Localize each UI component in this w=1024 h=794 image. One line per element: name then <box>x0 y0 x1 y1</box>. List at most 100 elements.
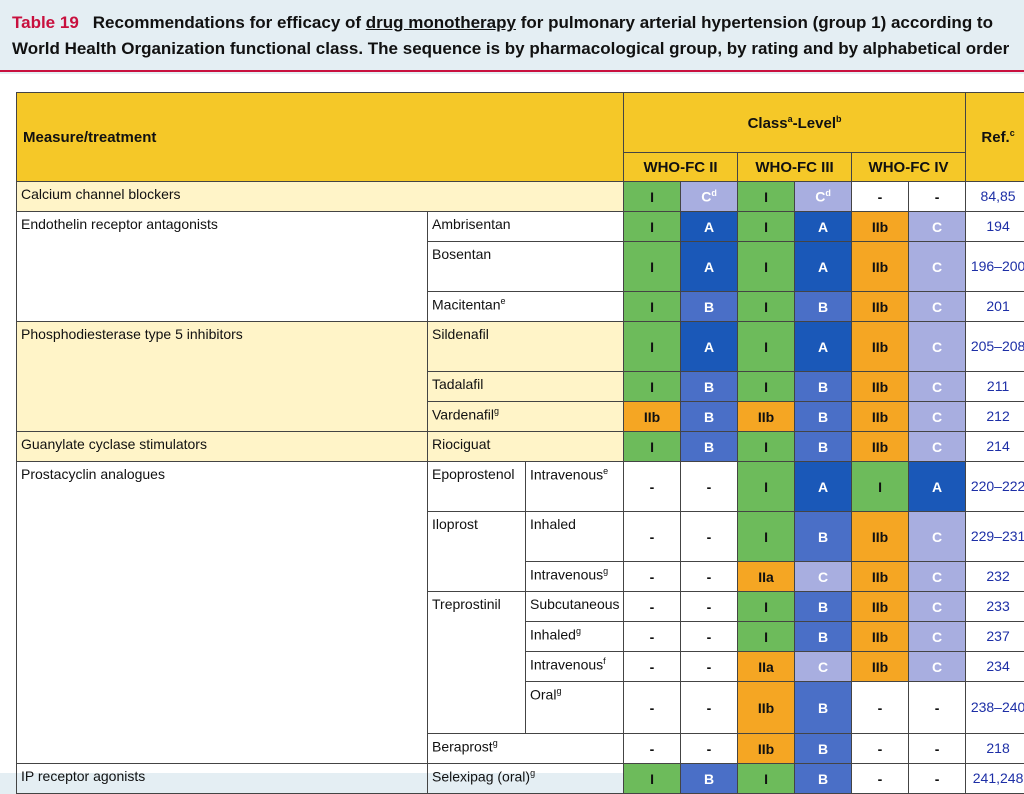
ref-cell: 241,248 <box>966 764 1024 794</box>
drug-name: Macitentane <box>428 292 624 322</box>
class-cell: I <box>738 372 795 402</box>
class-cell: - <box>624 512 681 562</box>
class-cell: IIb <box>852 592 909 622</box>
ref-cell: 238–240 <box>966 682 1024 734</box>
level-cell: B <box>795 292 852 322</box>
level-cell: C <box>909 562 966 592</box>
class-cell: I <box>738 292 795 322</box>
level-cell: A <box>681 212 738 242</box>
group-name: Prostacyclin analogues <box>17 462 428 764</box>
class-cell: I <box>738 322 795 372</box>
table-caption: Table 19Recommendations for efficacy of … <box>0 0 1024 72</box>
class-cell: - <box>852 182 909 212</box>
class-cell: I <box>624 372 681 402</box>
ref-cell: 84,85 <box>966 182 1024 212</box>
class-cell: IIa <box>738 562 795 592</box>
ref-cell: 196–200 <box>966 242 1024 292</box>
ref-cell: 214 <box>966 432 1024 462</box>
route-name: Intravenousf <box>526 652 624 682</box>
class-cell: I <box>738 462 795 512</box>
level-cell: C <box>909 592 966 622</box>
level-cell: C <box>795 652 852 682</box>
ref-cell: 194 <box>966 212 1024 242</box>
route-name: Intravenousg <box>526 562 624 592</box>
level-cell: B <box>795 622 852 652</box>
ref-cell: 218 <box>966 734 1024 764</box>
caption-underlined-term: drug monotherapy <box>366 13 516 32</box>
class-cell: I <box>624 432 681 462</box>
level-cell: A <box>795 462 852 512</box>
level-cell: A <box>795 322 852 372</box>
ref-cell: 229–231 <box>966 512 1024 562</box>
caption-line-2: World Health Organization functional cla… <box>12 39 1009 58</box>
class-cell: IIb <box>852 562 909 592</box>
level-cell: B <box>681 402 738 432</box>
class-cell: IIb <box>738 402 795 432</box>
level-cell: C <box>909 432 966 462</box>
level-cell: - <box>909 182 966 212</box>
ref-cell: 234 <box>966 652 1024 682</box>
caption-text: Recommendations for efficacy of <box>93 13 366 32</box>
class-cell: I <box>738 182 795 212</box>
class-cell: IIb <box>738 734 795 764</box>
class-cell: IIb <box>852 212 909 242</box>
class-cell: I <box>852 462 909 512</box>
class-cell: I <box>738 512 795 562</box>
ref-cell: 220–222 <box>966 462 1024 512</box>
level-cell: B <box>795 402 852 432</box>
level-cell: C <box>795 562 852 592</box>
level-cell: - <box>909 764 966 794</box>
class-cell: - <box>624 734 681 764</box>
class-cell: - <box>624 592 681 622</box>
class-cell: - <box>852 764 909 794</box>
class-cell: IIb <box>852 622 909 652</box>
class-cell: IIb <box>852 652 909 682</box>
group-name: Phosphodiesterase type 5 inhibitors <box>17 322 428 432</box>
level-cell: - <box>681 734 738 764</box>
table-row: Prostacyclin analogues Epoprostenol Intr… <box>17 462 1024 512</box>
level-cell: B <box>681 764 738 794</box>
caption-text-cont: for pulmonary arterial hypertension (gro… <box>516 13 993 32</box>
class-cell: I <box>738 592 795 622</box>
class-cell: I <box>624 182 681 212</box>
ref-cell: 212 <box>966 402 1024 432</box>
class-cell: I <box>624 292 681 322</box>
level-cell: B <box>795 432 852 462</box>
level-cell: - <box>909 734 966 764</box>
ref-cell: 232 <box>966 562 1024 592</box>
level-cell: B <box>795 512 852 562</box>
class-cell: I <box>738 622 795 652</box>
class-cell: IIb <box>852 432 909 462</box>
level-cell: - <box>681 462 738 512</box>
route-name: Oralg <box>526 682 624 734</box>
level-cell: B <box>681 292 738 322</box>
level-cell: B <box>795 592 852 622</box>
class-cell: IIb <box>852 292 909 322</box>
level-cell: C <box>909 242 966 292</box>
level-cell: - <box>681 562 738 592</box>
level-cell: - <box>681 622 738 652</box>
class-cell: - <box>624 652 681 682</box>
level-cell: Cd <box>795 182 852 212</box>
table-row: Phosphodiesterase type 5 inhibitors Sild… <box>17 322 1024 372</box>
ref-cell: 237 <box>966 622 1024 652</box>
level-cell: B <box>795 764 852 794</box>
level-cell: B <box>795 682 852 734</box>
class-cell: I <box>738 212 795 242</box>
drug-name: Riociguat <box>428 432 624 462</box>
class-cell: - <box>624 622 681 652</box>
level-cell: C <box>909 652 966 682</box>
level-cell: C <box>909 372 966 402</box>
class-cell: - <box>852 734 909 764</box>
drug-name: Sildenafil <box>428 322 624 372</box>
group-name: Guanylate cyclase stimulators <box>17 432 428 462</box>
ref-cell: 211 <box>966 372 1024 402</box>
drug-name: Epoprostenol <box>428 462 526 512</box>
level-cell: B <box>795 734 852 764</box>
drug-name: Ambrisentan <box>428 212 624 242</box>
class-cell: I <box>738 242 795 292</box>
class-cell: - <box>624 462 681 512</box>
route-name: Subcutaneous <box>526 592 624 622</box>
class-cell: I <box>624 322 681 372</box>
class-cell: IIb <box>852 372 909 402</box>
